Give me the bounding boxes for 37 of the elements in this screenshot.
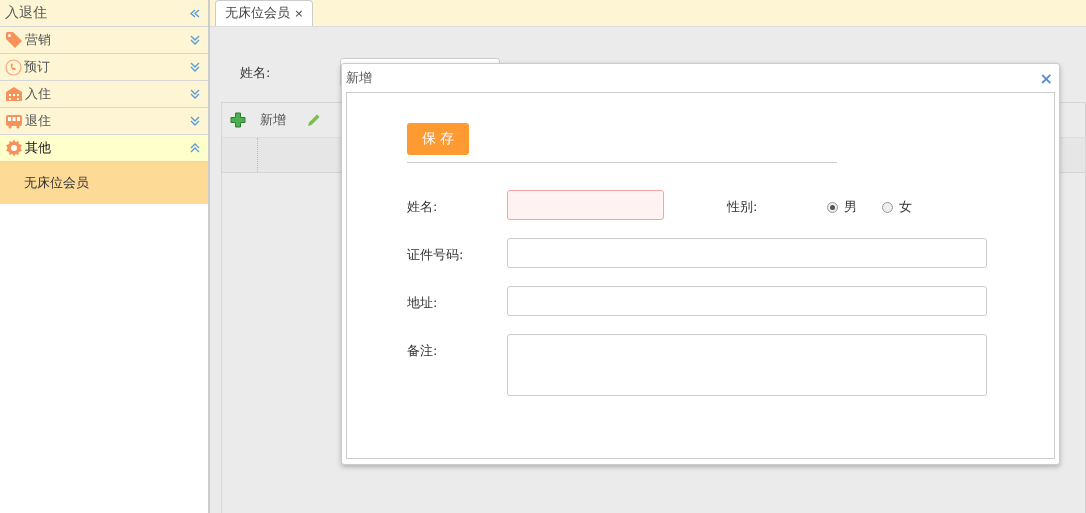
accordion-header[interactable]: 营销	[0, 27, 208, 54]
menu-item[interactable]: 无床位会员	[0, 162, 208, 204]
field-label: 性别:	[727, 198, 759, 216]
search-label: 姓名:	[240, 64, 271, 82]
gear-icon	[5, 139, 23, 157]
pencil-icon[interactable]	[306, 112, 321, 128]
accordion-header[interactable]: 入住	[0, 81, 208, 108]
input-field[interactable]	[507, 286, 987, 316]
tab[interactable]: 无床位会员 ×	[215, 0, 314, 26]
chevron-down-icon	[190, 35, 200, 45]
radio-label[interactable]: 女	[899, 198, 912, 216]
bus-icon	[5, 113, 23, 129]
radio-button[interactable]	[827, 201, 838, 213]
building-icon	[5, 86, 23, 102]
accordion-header[interactable]: 其他	[0, 135, 208, 162]
text-area[interactable]	[507, 334, 987, 396]
field-label: 备注:	[407, 342, 439, 360]
plus-icon[interactable]	[230, 112, 246, 128]
add-button-label[interactable]: 新增	[260, 111, 286, 129]
tag-icon	[5, 31, 23, 49]
field-label: 地址:	[407, 294, 439, 312]
dialog-title: 新增	[346, 69, 372, 87]
field-label: 证件号码:	[407, 246, 465, 264]
chevron-up-icon	[190, 143, 200, 153]
chevron-down-icon	[190, 89, 200, 99]
accordion-header[interactable]: 退住	[0, 108, 208, 135]
phone-icon	[5, 58, 22, 76]
input-field[interactable]	[507, 190, 664, 220]
field-label: 姓名:	[407, 198, 439, 216]
radio-button[interactable]	[882, 201, 893, 213]
sidebar-title: 入退住	[5, 4, 47, 22]
collapse-icon[interactable]	[190, 8, 200, 18]
radio-label[interactable]: 男	[844, 198, 857, 216]
chevron-down-icon	[190, 62, 200, 72]
chevron-down-icon	[190, 116, 200, 126]
input-field[interactable]	[507, 238, 987, 268]
accordion-header[interactable]: 预订	[0, 54, 208, 81]
